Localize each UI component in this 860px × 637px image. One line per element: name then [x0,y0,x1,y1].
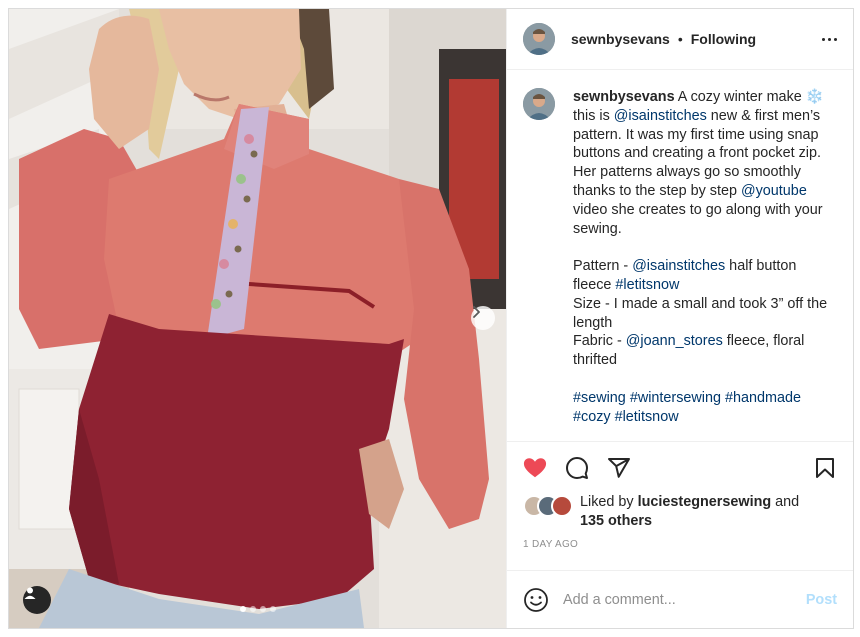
mention-link[interactable]: @isainstitches [614,108,707,124]
post-comment-button[interactable]: Post [806,592,837,608]
hashtag-link[interactable]: #cozy [573,409,611,425]
header-separator: • [677,31,683,47]
carousel-next-button[interactable] [471,306,495,330]
caption-paragraph: sewnbysevans A cozy winter make ❄️ this … [573,88,828,238]
caption-fabric-line: Fabric - @joann_stores fleece, floral th… [573,332,828,370]
caption-fragment: Fabric - [573,333,626,350]
carousel-indicator [240,606,276,612]
likes-text: Liked by luciestegnersewing and 135 othe… [580,493,799,530]
comment-bar: Post [507,570,853,628]
tagged-users-button[interactable] [23,586,51,614]
likes-summary[interactable]: Liked by luciestegnersewing and 135 othe… [507,493,853,531]
hashtag-link[interactable]: #letitsnow [615,409,679,425]
bookmark-icon [816,457,834,478]
emoji-button[interactable] [523,587,549,613]
share-button[interactable] [607,456,631,480]
caption-username[interactable]: sewnbysevans [573,89,675,105]
avatar[interactable] [523,23,555,55]
more-dot [834,37,837,41]
post-side-panel: sewnbysevans • Following sewnbysevans A … [506,9,853,628]
caption-fragment: Pattern - [573,258,633,275]
mention-link[interactable]: @joann_stores [626,333,723,349]
post-media[interactable] [9,9,506,628]
avatar-image [523,23,555,55]
caption-section[interactable]: sewnbysevans A cozy winter make ❄️ this … [507,70,853,441]
caption-text: sewnbysevans A cozy winter make ❄️ this … [573,88,828,441]
header-username[interactable]: sewnbysevans [571,31,670,47]
hashtag-link[interactable]: #handmade [725,390,801,406]
post-photo [9,9,506,628]
hashtag-link[interactable]: #wintersewing [630,390,721,406]
likes-connector: and [771,494,800,510]
instagram-post: sewnbysevans • Following sewnbysevans A … [8,8,854,629]
post-timestamp[interactable]: 1 DAY AGO [507,539,853,561]
liker-username[interactable]: luciestegnersewing [638,494,772,510]
carousel-dot [260,606,266,612]
liker-avatar [551,495,573,517]
snowflake-emoji: ❄️ [805,89,824,105]
more-options-button[interactable] [822,32,837,47]
comment-bubble-icon [566,456,588,479]
likes-others-link[interactable]: 135 others [580,513,652,529]
caption-fragment: A cozy winter make [674,89,806,105]
carousel-dot [270,606,276,612]
post-actions-bar [507,441,853,493]
comment-input[interactable] [563,591,806,608]
caption-avatar[interactable] [523,88,555,120]
paper-plane-icon [608,457,630,478]
caption-hashtags: #sewing #wintersewing #handmade #cozy #l… [573,389,828,427]
carousel-dot [250,606,256,612]
caption-fragment: this is [573,107,614,124]
mention-link[interactable]: @youtube [741,183,807,199]
chevron-right-icon [473,306,480,318]
more-dot [822,37,825,41]
avatar-image [523,88,555,120]
heart-filled-icon [523,457,547,477]
more-dot [828,37,831,41]
following-button[interactable]: Following [691,31,756,47]
save-button[interactable] [813,456,837,480]
smiley-icon [524,587,548,612]
caption-size-line: Size - I made a small and took 3” off th… [573,295,828,331]
mention-link[interactable]: @isainstitches [632,258,725,274]
likes-prefix: Liked by [580,494,638,510]
hashtag-link[interactable]: #sewing [573,390,626,406]
caption-pattern-line: Pattern - @isainstitches half button fle… [573,257,828,295]
comment-button[interactable] [565,456,589,480]
liker-avatars [523,495,575,517]
caption-fragment: video she creates to go along with your … [573,201,823,237]
hashtag-link[interactable]: #letitsnow [615,277,679,293]
carousel-dot [240,606,246,612]
like-button[interactable] [523,456,547,480]
post-header: sewnbysevans • Following [507,9,853,70]
user-tag-icon [24,587,36,599]
